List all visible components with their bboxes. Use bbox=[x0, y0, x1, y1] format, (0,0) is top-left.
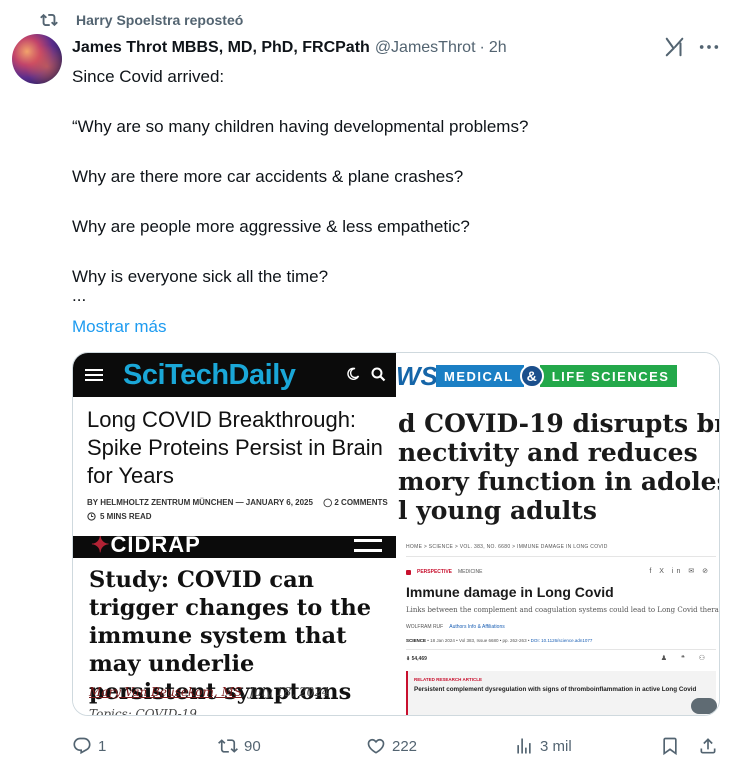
reply-button[interactable]: 1 bbox=[72, 734, 106, 758]
reply-icon bbox=[73, 737, 91, 755]
science-subtitle: Links between the complement and coagula… bbox=[406, 606, 720, 614]
divider bbox=[406, 556, 716, 557]
science-authors: WOLFRAM RUF Authors Info & Affiliations bbox=[406, 624, 505, 630]
scitechdaily-logo: SciTechDaily bbox=[123, 358, 296, 391]
divider bbox=[406, 649, 716, 650]
science-type: PERSPECTIVE bbox=[417, 569, 453, 575]
tweet-line: Why are there more car accidents & plane… bbox=[72, 167, 464, 186]
tweet-line: “Why are so many children having develop… bbox=[72, 117, 529, 136]
scitechdaily-readtime: 5 MINS READ bbox=[87, 512, 152, 521]
bookmark-icon bbox=[663, 737, 677, 756]
tweet-line: Since Covid arrived: bbox=[72, 67, 225, 86]
tweet-ellipsis: ... bbox=[72, 286, 87, 305]
newsmedical-life-label: LIFE SCIENCES bbox=[539, 365, 678, 387]
moon-icon bbox=[347, 367, 360, 380]
scitechdaily-headline: Long COVID Breakthrough: Spike Proteins … bbox=[87, 407, 383, 488]
newsmedical-amp: & bbox=[519, 364, 544, 388]
newsmedical-medical-label: MEDICAL bbox=[436, 365, 524, 387]
cidrap-byline: Mary Van Beusekom, MS, July 18, 2024 bbox=[89, 685, 330, 699]
read-time: 5 MINS READ bbox=[100, 512, 152, 521]
science-headline: Immune damage in Long Covid bbox=[406, 584, 614, 600]
access-icon bbox=[406, 569, 411, 575]
media-newsmedical[interactable]: WS MEDICAL & LIFE SCIENCES d COVID-19 di… bbox=[398, 353, 719, 534]
related-article-box: RELATED RESEARCH ARTICLE Persistent comp… bbox=[406, 671, 716, 715]
media-scitechdaily[interactable]: SciTechDaily Long COVID Breakthrough: Sp… bbox=[73, 353, 396, 534]
repost-button[interactable]: 90 bbox=[218, 734, 261, 758]
share-icon bbox=[700, 738, 716, 754]
heart-icon bbox=[367, 738, 385, 754]
media-grid[interactable]: SciTechDaily Long COVID Breakthrough: Sp… bbox=[72, 352, 720, 716]
clock-icon bbox=[87, 512, 96, 521]
views-button[interactable]: 3 mil bbox=[514, 734, 572, 758]
media-science[interactable]: HOME > SCIENCE > VOL. 383, NO. 6680 > IM… bbox=[398, 536, 720, 715]
cidrap-logo: ✦CIDRAP bbox=[91, 536, 201, 557]
grok-icon[interactable] bbox=[664, 36, 686, 58]
science-breadcrumb: HOME > SCIENCE > VOL. 383, NO. 6680 > IM… bbox=[406, 544, 608, 550]
media-cidrap[interactable]: ✦CIDRAP Study: COVID can trigger changes… bbox=[73, 536, 396, 716]
grid-divider bbox=[73, 534, 719, 536]
science-downloads: ⬇ 54,469 bbox=[406, 656, 427, 662]
science-section-name: MEDICINE bbox=[458, 569, 483, 575]
scitechdaily-header: SciTechDaily bbox=[73, 353, 396, 397]
author-name[interactable]: James Throt MBBS, MD, PhD, FRCPath bbox=[72, 39, 370, 57]
tool-icons: ♟ ❝ ⚇ bbox=[660, 655, 711, 662]
avatar[interactable] bbox=[12, 34, 62, 84]
tweet-line: Why are people more aggressive & less em… bbox=[72, 217, 470, 236]
share-button[interactable] bbox=[698, 734, 718, 758]
comments-count: 2 COMMENTS bbox=[334, 498, 388, 507]
timestamp[interactable]: 2h bbox=[489, 39, 507, 57]
share-icons: f X in ✉ ⊘ bbox=[649, 568, 711, 575]
byline: BY HELMHOLTZ ZENTRUM MÜNCHEN — JANUARY 6… bbox=[87, 498, 313, 507]
cidrap-date: , July 18, 2024 bbox=[241, 685, 330, 699]
more-options-icon[interactable] bbox=[698, 38, 720, 56]
repost-indicator[interactable]: Harry Spoelstra reposteó bbox=[40, 10, 243, 30]
newsmedical-header: WS MEDICAL & LIFE SCIENCES bbox=[398, 360, 698, 391]
comment-icon: ◯ bbox=[323, 498, 333, 507]
scitechdaily-meta: BY HELMHOLTZ ZENTRUM MÜNCHEN — JANUARY 6… bbox=[87, 498, 388, 507]
tweet-text: Since Covid arrived: “Why are so many ch… bbox=[72, 64, 712, 314]
cidrap-header: ✦CIDRAP bbox=[73, 536, 396, 558]
repost-icon bbox=[218, 739, 238, 753]
repost-count: 90 bbox=[244, 737, 261, 755]
menu-icon bbox=[85, 369, 103, 381]
show-more-link[interactable]: Mostrar más bbox=[72, 314, 166, 339]
like-button[interactable]: 222 bbox=[366, 734, 417, 758]
related-title: Persistent complement dysregulation with… bbox=[414, 686, 697, 693]
science-citation: SCIENCE • 18 Jan 2024 • Vol 383, Issue 6… bbox=[406, 638, 593, 643]
tweet-line: Why is everyone sick all the time? bbox=[72, 267, 329, 286]
like-count: 222 bbox=[392, 737, 418, 755]
tweet-header: James Throt MBBS, MD, PhD, FRCPath @Jame… bbox=[72, 37, 507, 59]
separator-dot: · bbox=[479, 39, 485, 56]
reply-count: 1 bbox=[98, 737, 107, 755]
search-icon bbox=[371, 367, 386, 382]
newsmedical-logo-fragment: WS bbox=[398, 360, 438, 391]
repost-text: Harry Spoelstra reposteó bbox=[76, 12, 244, 28]
bookmark-button[interactable] bbox=[660, 734, 680, 758]
newsmedical-headline: d COVID-19 disrupts brain nectivity and … bbox=[398, 409, 719, 525]
author-handle[interactable]: @JamesThrot bbox=[375, 39, 476, 57]
repost-icon bbox=[40, 13, 58, 27]
view-count: 3 mil bbox=[540, 737, 572, 755]
analytics-icon bbox=[517, 738, 531, 754]
floating-button bbox=[691, 698, 717, 714]
cidrap-author: Mary Van Beusekom, MS bbox=[89, 685, 242, 699]
cidrap-topics: Topics: COVID-19 bbox=[89, 707, 197, 716]
related-tag: RELATED RESEARCH ARTICLE bbox=[414, 677, 483, 682]
science-section: PERSPECTIVE MEDICINE bbox=[406, 569, 482, 575]
action-bar: 1 90 222 3 mil bbox=[72, 734, 720, 758]
menu-icon bbox=[354, 539, 382, 552]
